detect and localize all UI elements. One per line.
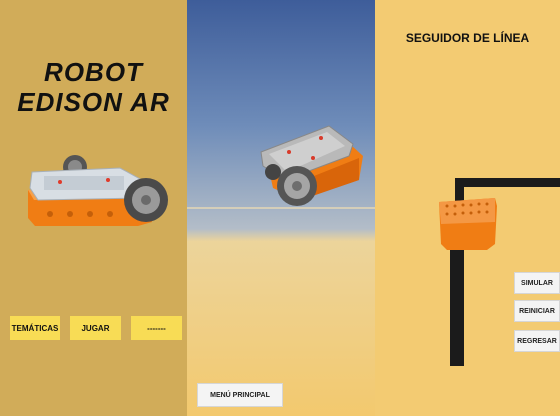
jugar-button[interactable]: JUGAR <box>70 316 121 340</box>
title-line-2: EDISON AR <box>17 87 170 117</box>
robot-top-view <box>439 198 497 250</box>
tematicas-button[interactable]: TEMÁTICAS <box>10 316 60 340</box>
section-heading: SEGUIDOR DE LÍNEA <box>405 31 530 45</box>
ar-view-panel: MENÚ PRINCIPAL <box>187 0 375 416</box>
simular-button[interactable]: SIMULAR <box>514 272 560 294</box>
edison-robot-3d-model <box>260 125 363 206</box>
home-panel: ROBOT EDISON AR TEMÁTICAS JUGAR ------- <box>0 0 187 416</box>
placeholder-button[interactable]: ------- <box>131 316 182 340</box>
edison-robot-image <box>28 155 168 226</box>
line-follower-panel: SEGUIDOR DE LÍNEA SIMULAR REINICIAR REGR… <box>375 0 560 416</box>
main-menu-button[interactable]: MENÚ PRINCIPAL <box>197 383 283 407</box>
reiniciar-button[interactable]: REINICIAR <box>514 300 560 322</box>
track-lower <box>450 246 464 366</box>
title-line-1: ROBOT <box>44 57 143 87</box>
regresar-button[interactable]: REGRESAR <box>514 330 560 352</box>
track-top <box>455 178 560 187</box>
